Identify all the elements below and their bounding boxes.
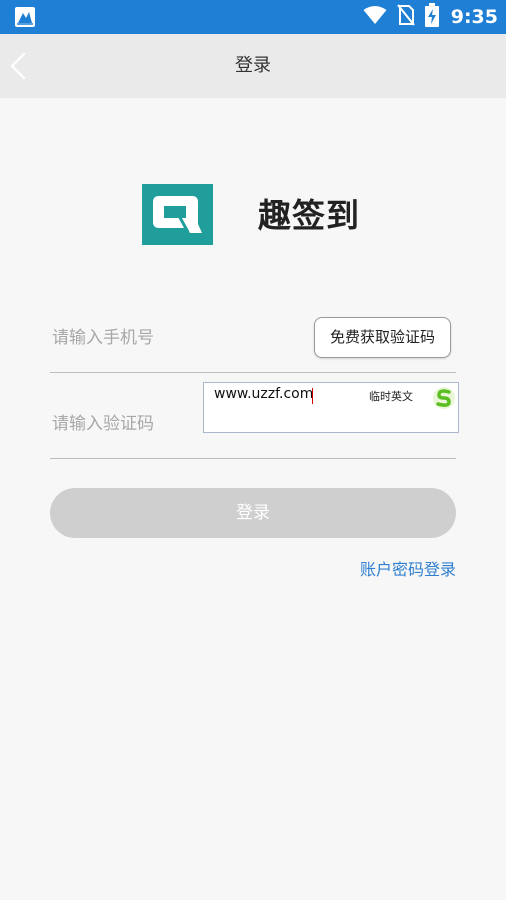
status-icons: 9:35 bbox=[363, 0, 498, 34]
divider bbox=[50, 458, 456, 459]
divider bbox=[50, 372, 456, 373]
phone-input[interactable] bbox=[52, 318, 302, 358]
password-login-link[interactable]: 账户密码登录 bbox=[360, 558, 456, 582]
ime-mode-label[interactable]: 临时英文 bbox=[369, 388, 413, 404]
back-button[interactable] bbox=[4, 48, 36, 84]
no-sim-icon bbox=[396, 4, 415, 30]
get-code-button[interactable]: 免费获取验证码 bbox=[314, 317, 451, 358]
battery-charging-icon bbox=[424, 3, 439, 31]
login-screen: 9:35 登录 趣签到 免费获取验证码 www.uzzf.com 临时英文 bbox=[0, 0, 506, 900]
verification-code-input[interactable] bbox=[52, 404, 192, 444]
status-time: 9:35 bbox=[450, 6, 498, 28]
page-title: 登录 bbox=[235, 55, 271, 76]
chevron-left-icon bbox=[10, 52, 26, 80]
ime-composition-text[interactable]: www.uzzf.com bbox=[214, 386, 313, 402]
login-button[interactable]: 登录 bbox=[50, 488, 456, 538]
app-notification-icon bbox=[15, 7, 35, 27]
title-bar: 登录 bbox=[0, 34, 506, 98]
status-bar: 9:35 bbox=[0, 0, 506, 34]
sogou-ime-logo-icon bbox=[431, 385, 457, 411]
app-name: 趣签到 bbox=[258, 196, 360, 235]
ime-caret bbox=[312, 388, 313, 404]
ime-candidate-popup: www.uzzf.com 临时英文 bbox=[203, 382, 459, 433]
wifi-icon bbox=[363, 5, 387, 29]
app-logo-icon bbox=[142, 184, 213, 245]
